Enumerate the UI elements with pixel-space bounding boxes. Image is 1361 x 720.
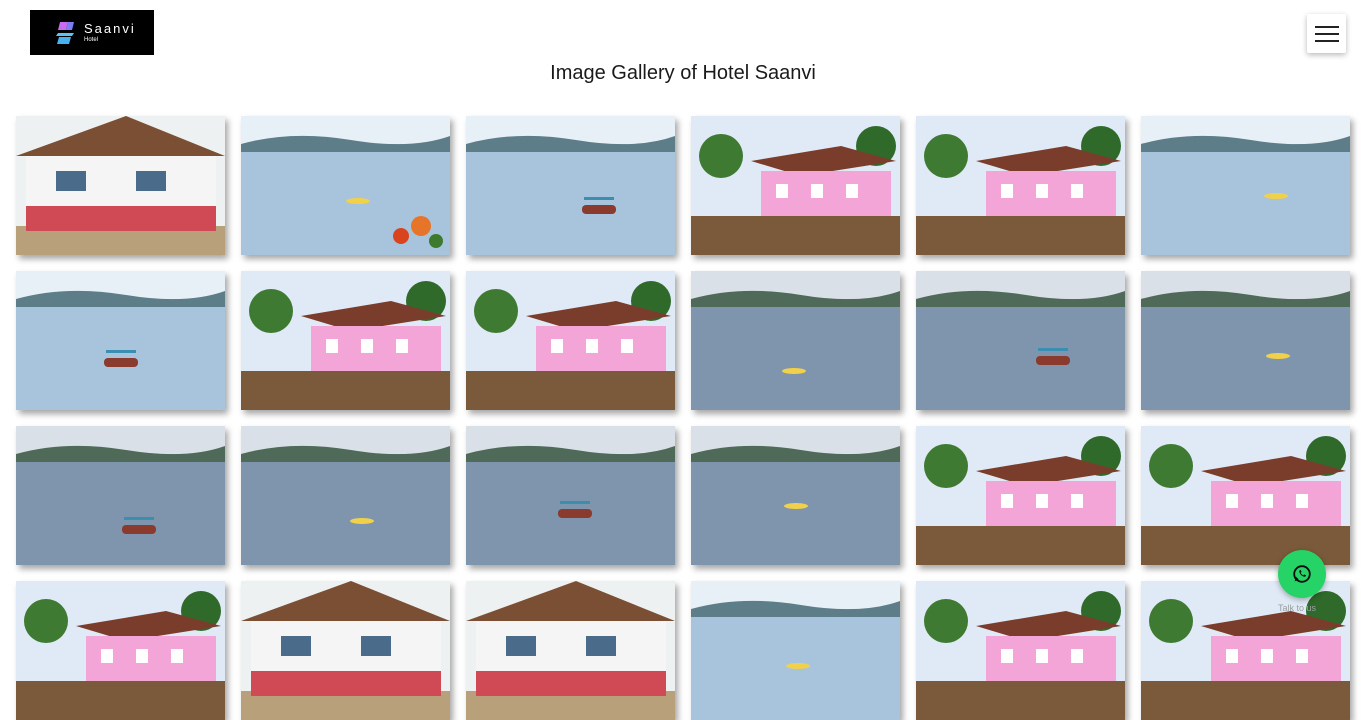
- logo-subtitle: Hotel: [84, 37, 99, 43]
- gallery-photo-lake-boats[interactable]: [1141, 116, 1350, 255]
- gallery-photo-cottage-row[interactable]: [16, 581, 225, 720]
- gallery-photo-pink-cottage-row[interactable]: [916, 116, 1125, 255]
- whatsapp-icon[interactable]: [1278, 550, 1326, 598]
- gallery-photo-cottage-lakeview[interactable]: [241, 271, 450, 410]
- gallery-photo-veranda-lakeview[interactable]: [466, 271, 675, 410]
- gallery-photo-lake-kayaks[interactable]: [16, 271, 225, 410]
- whatsapp-label: Talk to us: [1278, 603, 1317, 613]
- gallery-photo-lake-boat[interactable]: [916, 271, 1125, 410]
- gallery-photo-lake-flowers[interactable]: [241, 116, 450, 255]
- gallery-photo-resort-cottages[interactable]: [691, 116, 900, 255]
- gallery-photo-lake-boat-2[interactable]: [1141, 271, 1350, 410]
- gallery-photo-cottage-roof-2[interactable]: [1141, 581, 1350, 720]
- whatsapp-glyph-icon: [1293, 565, 1311, 583]
- gallery-photo-lake-boats-3[interactable]: [241, 426, 450, 565]
- gallery-photo-restaurant-front-2[interactable]: [466, 581, 675, 720]
- gallery-photo-two-storey-cottage[interactable]: [916, 426, 1125, 565]
- gallery-photo-speedboat[interactable]: [691, 426, 900, 565]
- gallery-photo-two-storey-cottage-2[interactable]: [1141, 426, 1350, 565]
- gallery-photo-restaurant-front[interactable]: [241, 581, 450, 720]
- gallery-photo-lakeside-guest[interactable]: [691, 581, 900, 720]
- gallery-photo-lake-plants[interactable]: [691, 271, 900, 410]
- hamburger-menu-icon[interactable]: [1307, 14, 1346, 53]
- hotel-logo[interactable]: Saanvi Hotel: [30, 10, 154, 55]
- logo-mark-icon: [56, 21, 74, 44]
- gallery-photo-lake-boats-2[interactable]: [16, 426, 225, 565]
- page-title: Image Gallery of Hotel Saanvi: [550, 62, 816, 84]
- logo-name: Saanvi: [84, 21, 136, 36]
- gallery-photo-cottage-roof[interactable]: [916, 581, 1125, 720]
- gallery-photo-lake-kayak[interactable]: [466, 116, 675, 255]
- gallery-photo-cafe-pavilion[interactable]: [16, 116, 225, 255]
- gallery-photo-lake-boats-4[interactable]: [466, 426, 675, 565]
